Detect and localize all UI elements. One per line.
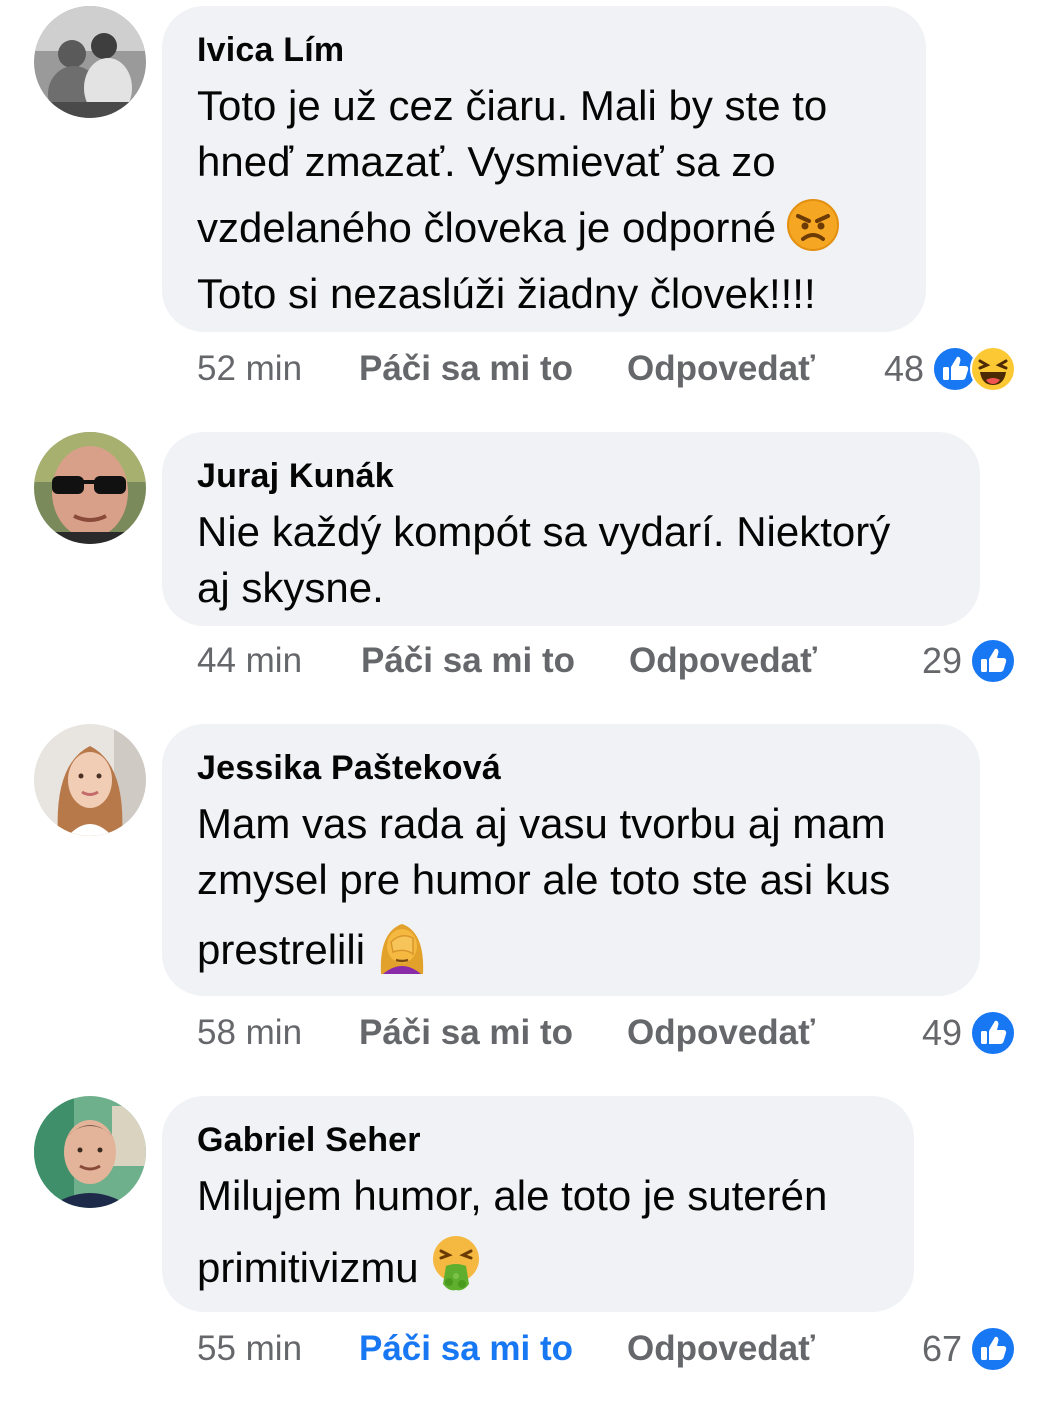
comment-text: Toto je už cez čiaru. Mali by ste to hne… [197,78,892,322]
comment-actions: 58 min Páči sa mi to Odpovedať [197,1008,1017,1058]
comment-timestamp[interactable]: 44 min [197,636,302,686]
comment-bubble: Jessika Pašteková Mam vas rada aj vasu t… [162,724,980,996]
like-reaction-icon [970,638,1016,684]
comment-text-line: aj skysne. [197,564,384,611]
like-button[interactable]: Páči sa mi to [359,344,573,394]
facepalm-emoji-icon [375,918,429,988]
comment-text-line-content: prestrelili [197,926,366,973]
comment-text-line: zmysel pre humor ale toto ste asi kus [197,856,891,903]
reaction-summary[interactable]: 29 [922,636,1016,686]
comment-text-line: vzdelaného človeka je odporné [197,198,892,266]
comment-actions: 55 min Páči sa mi to Odpovedať [197,1324,1017,1374]
comment-actions: 44 min Páči sa mi to Odpovedať [197,636,1017,686]
comment-author[interactable]: Ivica Lím [197,30,892,70]
comment-text-line: Toto je už cez čiaru. Mali by ste to [197,82,828,129]
comment-timestamp[interactable]: 52 min [197,344,302,394]
like-button[interactable]: Páči sa mi to [361,636,575,686]
reaction-count: 67 [921,1328,962,1369]
reaction-summary[interactable]: 67 [922,1324,1016,1374]
reply-button[interactable]: Odpovedať [627,1008,815,1058]
like-reaction-icon [970,1326,1016,1372]
comment-timestamp[interactable]: 58 min [197,1008,302,1058]
reaction-count: 29 [921,640,962,681]
comment-text: Nie každý kompót sa vydarí. Niektorý aj … [197,504,946,616]
comment-bubble: Ivica Lím Toto je už cez čiaru. Mali by … [162,6,926,332]
reply-button[interactable]: Odpovedať [629,636,817,686]
haha-reaction-icon [970,346,1016,392]
angry-face-emoji-icon [786,198,840,266]
comment-text-line: Toto si nezaslúži žiadny človek!!!! [197,270,816,317]
comment-bubble: Gabriel Seher Milujem humor, ale toto je… [162,1096,914,1312]
reaction-count: 48 [883,348,924,389]
avatar[interactable] [34,432,146,544]
comment-author[interactable]: Gabriel Seher [197,1120,880,1160]
avatar[interactable] [34,6,146,118]
like-button[interactable]: Páči sa mi to [359,1324,573,1374]
reply-button[interactable]: Odpovedať [627,344,815,394]
avatar[interactable] [34,724,146,836]
comment-bubble: Juraj Kunák Nie každý kompót sa vydarí. … [162,432,980,626]
comment-text-line: prestrelili [197,918,946,988]
comment-text: Mam vas rada aj vasu tvorbu aj mam zmyse… [197,796,946,988]
comment-text: Milujem humor, ale toto je suterén primi… [197,1168,880,1306]
comment-text-line: Mam vas rada aj vasu tvorbu aj mam [197,800,886,847]
comment-text-line: Milujem humor, ale toto je suterén [197,1172,828,1219]
reaction-summary[interactable]: 48 [884,344,1016,394]
comment-text-line: Nie každý kompót sa vydarí. Niektorý [197,508,891,555]
comment-text-line: primitivizmu [197,1234,880,1306]
avatar[interactable] [34,1096,146,1208]
comment-text-line-content: primitivizmu [197,1244,419,1291]
comment-text-line-content: vzdelaného človeka je odporné [197,204,777,251]
comment-author[interactable]: Juraj Kunák [197,456,946,496]
reaction-summary[interactable]: 49 [922,1008,1016,1058]
comment-author[interactable]: Jessika Pašteková [197,748,946,788]
reaction-count: 49 [921,1012,962,1053]
comment-timestamp[interactable]: 55 min [197,1324,302,1374]
like-button[interactable]: Páči sa mi to [359,1008,573,1058]
vomiting-face-emoji-icon [429,1234,483,1306]
like-reaction-icon [970,1010,1016,1056]
reply-button[interactable]: Odpovedať [627,1324,815,1374]
comment-text-line: hneď zmazať. Vysmievať sa zo [197,138,776,185]
